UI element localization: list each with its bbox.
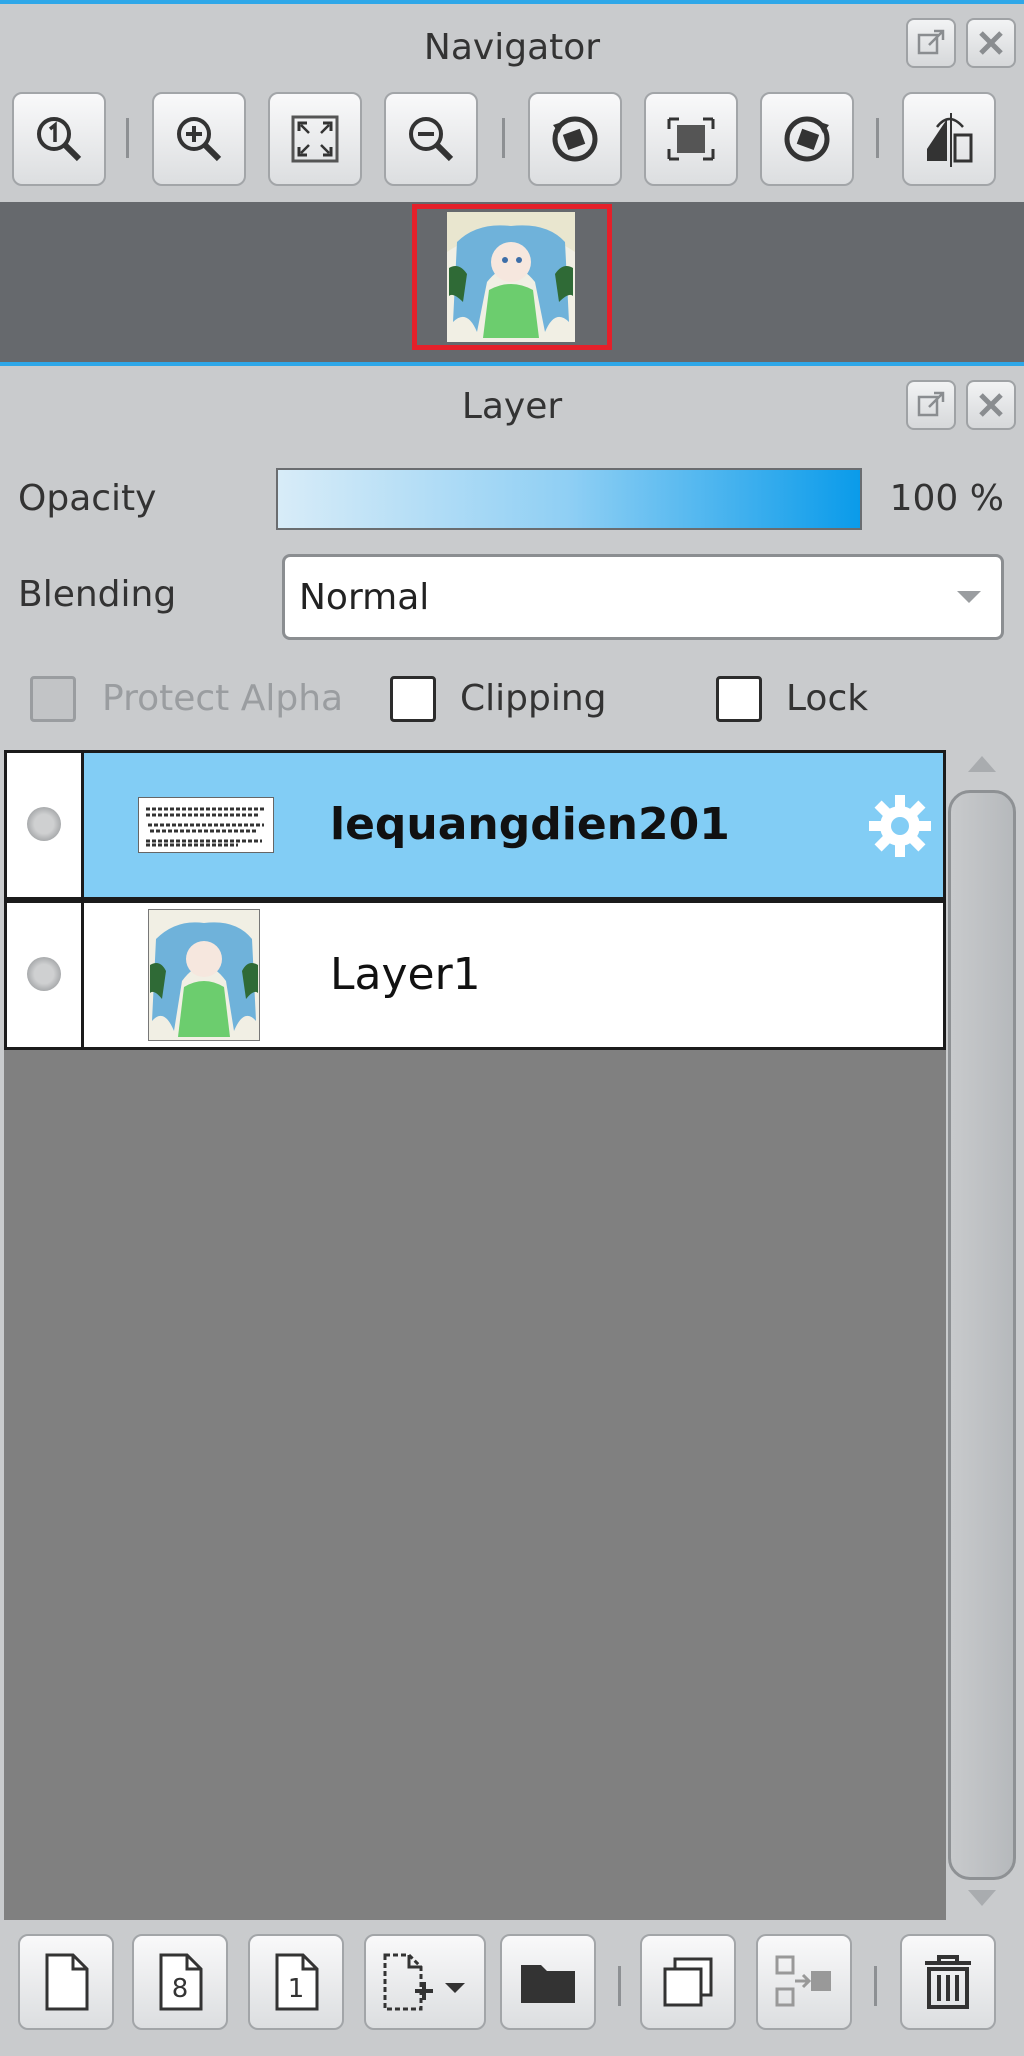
clipping-checkbox[interactable]: [390, 676, 436, 722]
popout-icon: [917, 29, 945, 55]
add-layer-menu-button[interactable]: [364, 1934, 486, 2030]
merge-down-icon: [775, 1955, 831, 2007]
new-page-icon: [45, 1953, 89, 2011]
merge-layer-button[interactable]: [756, 1934, 852, 2030]
blending-select[interactable]: Normal: [282, 554, 1004, 640]
flip-horizontal-icon: [927, 113, 973, 167]
folder-icon: [521, 1965, 575, 2003]
layer-visibility-toggle[interactable]: [7, 753, 84, 897]
toolbar-separator: [618, 1966, 621, 2006]
protect-alpha-label: Protect Alpha: [102, 678, 344, 719]
layer-toolbar: 8 1: [0, 1922, 1024, 2056]
zoom-in-icon: [177, 117, 222, 162]
layer-visibility-toggle[interactable]: [7, 903, 84, 1047]
trash-icon: [925, 1955, 971, 2009]
zoom-actual-size-button[interactable]: [12, 92, 106, 186]
clipping-label: Clipping: [460, 678, 607, 719]
new-folder-button[interactable]: [500, 1934, 596, 2030]
new-8bit-layer-icon: 8: [159, 1953, 203, 2011]
zoom-actual-icon: [37, 117, 82, 162]
fit-window-icon: [291, 115, 339, 163]
delete-layer-button[interactable]: [900, 1934, 996, 2030]
new-layer-button[interactable]: [18, 1934, 114, 2030]
lock-checkbox[interactable]: [716, 676, 762, 722]
flip-horizontal-button[interactable]: [902, 92, 996, 186]
protect-alpha-checkbox[interactable]: [30, 676, 76, 722]
layer-panel-title: Layer: [461, 386, 563, 427]
layer-row[interactable]: Layer1: [4, 900, 946, 1050]
gear-icon[interactable]: [865, 791, 935, 861]
svg-text:8: 8: [172, 1974, 189, 2004]
layer-name[interactable]: lequangdien201: [330, 799, 730, 850]
navigator-viewport-frame[interactable]: [412, 204, 612, 350]
image-layer-thumbnail: [148, 909, 260, 1041]
new-1bit-layer-button[interactable]: 1: [248, 1934, 344, 2030]
zoom-out-icon: [409, 117, 454, 162]
rotate-left-button[interactable]: [528, 92, 622, 186]
duplicate-icon: [663, 1957, 713, 2007]
text-layer-thumbnail: [138, 797, 274, 853]
blending-value: Normal: [299, 577, 430, 618]
toolbar-separator: [126, 118, 129, 158]
duplicate-layer-button[interactable]: [640, 1934, 736, 2030]
close-icon: [979, 31, 1003, 55]
blending-label: Blending: [18, 574, 177, 615]
opacity-label: Opacity: [18, 478, 157, 519]
visibility-dot-icon: [27, 807, 61, 841]
visibility-dot-icon: [27, 957, 61, 991]
svg-text:1: 1: [288, 1974, 305, 2004]
navigator-toolbar: [0, 88, 1024, 198]
rotate-left-icon: [552, 116, 598, 162]
opacity-value: 100 %: [889, 478, 1004, 519]
reset-rotation-button[interactable]: [644, 92, 738, 186]
layer-close-button[interactable]: [966, 380, 1016, 430]
layer-header: Layer: [0, 366, 1024, 448]
navigator-title: Navigator: [423, 27, 601, 68]
scroll-up-arrow[interactable]: [968, 756, 996, 772]
layer-list-scrollbar[interactable]: [948, 790, 1016, 1880]
new-8bit-layer-button[interactable]: 8: [132, 1934, 228, 2030]
layer-name[interactable]: Layer1: [330, 949, 481, 1000]
layer-float-button[interactable]: [906, 380, 956, 430]
rotate-right-icon: [784, 116, 830, 162]
reset-rotation-icon: [667, 117, 715, 161]
lock-label: Lock: [786, 678, 869, 719]
zoom-out-button[interactable]: [384, 92, 478, 186]
toolbar-separator: [876, 118, 879, 158]
layer-row[interactable]: lequangdien201: [4, 750, 946, 900]
chevron-down-icon: [957, 591, 981, 603]
toolbar-separator: [502, 118, 505, 158]
add-layer-icon: [383, 1953, 465, 2011]
navigator-header: Navigator: [0, 4, 1024, 92]
close-icon: [979, 393, 1003, 417]
toolbar-separator: [874, 1966, 877, 2006]
navigator-float-button[interactable]: [906, 18, 956, 68]
rotate-right-button[interactable]: [760, 92, 854, 186]
new-1bit-layer-icon: 1: [275, 1953, 319, 2011]
zoom-in-button[interactable]: [152, 92, 246, 186]
navigator-preview[interactable]: [0, 202, 1024, 362]
popout-icon: [917, 391, 945, 417]
fit-to-window-button[interactable]: [268, 92, 362, 186]
scroll-down-arrow[interactable]: [968, 1890, 996, 1906]
navigator-close-button[interactable]: [966, 18, 1016, 68]
opacity-slider[interactable]: [276, 468, 862, 530]
canvas-thumbnail: [447, 212, 575, 342]
layer-list[interactable]: lequangdien201 Layer1: [4, 750, 946, 1920]
